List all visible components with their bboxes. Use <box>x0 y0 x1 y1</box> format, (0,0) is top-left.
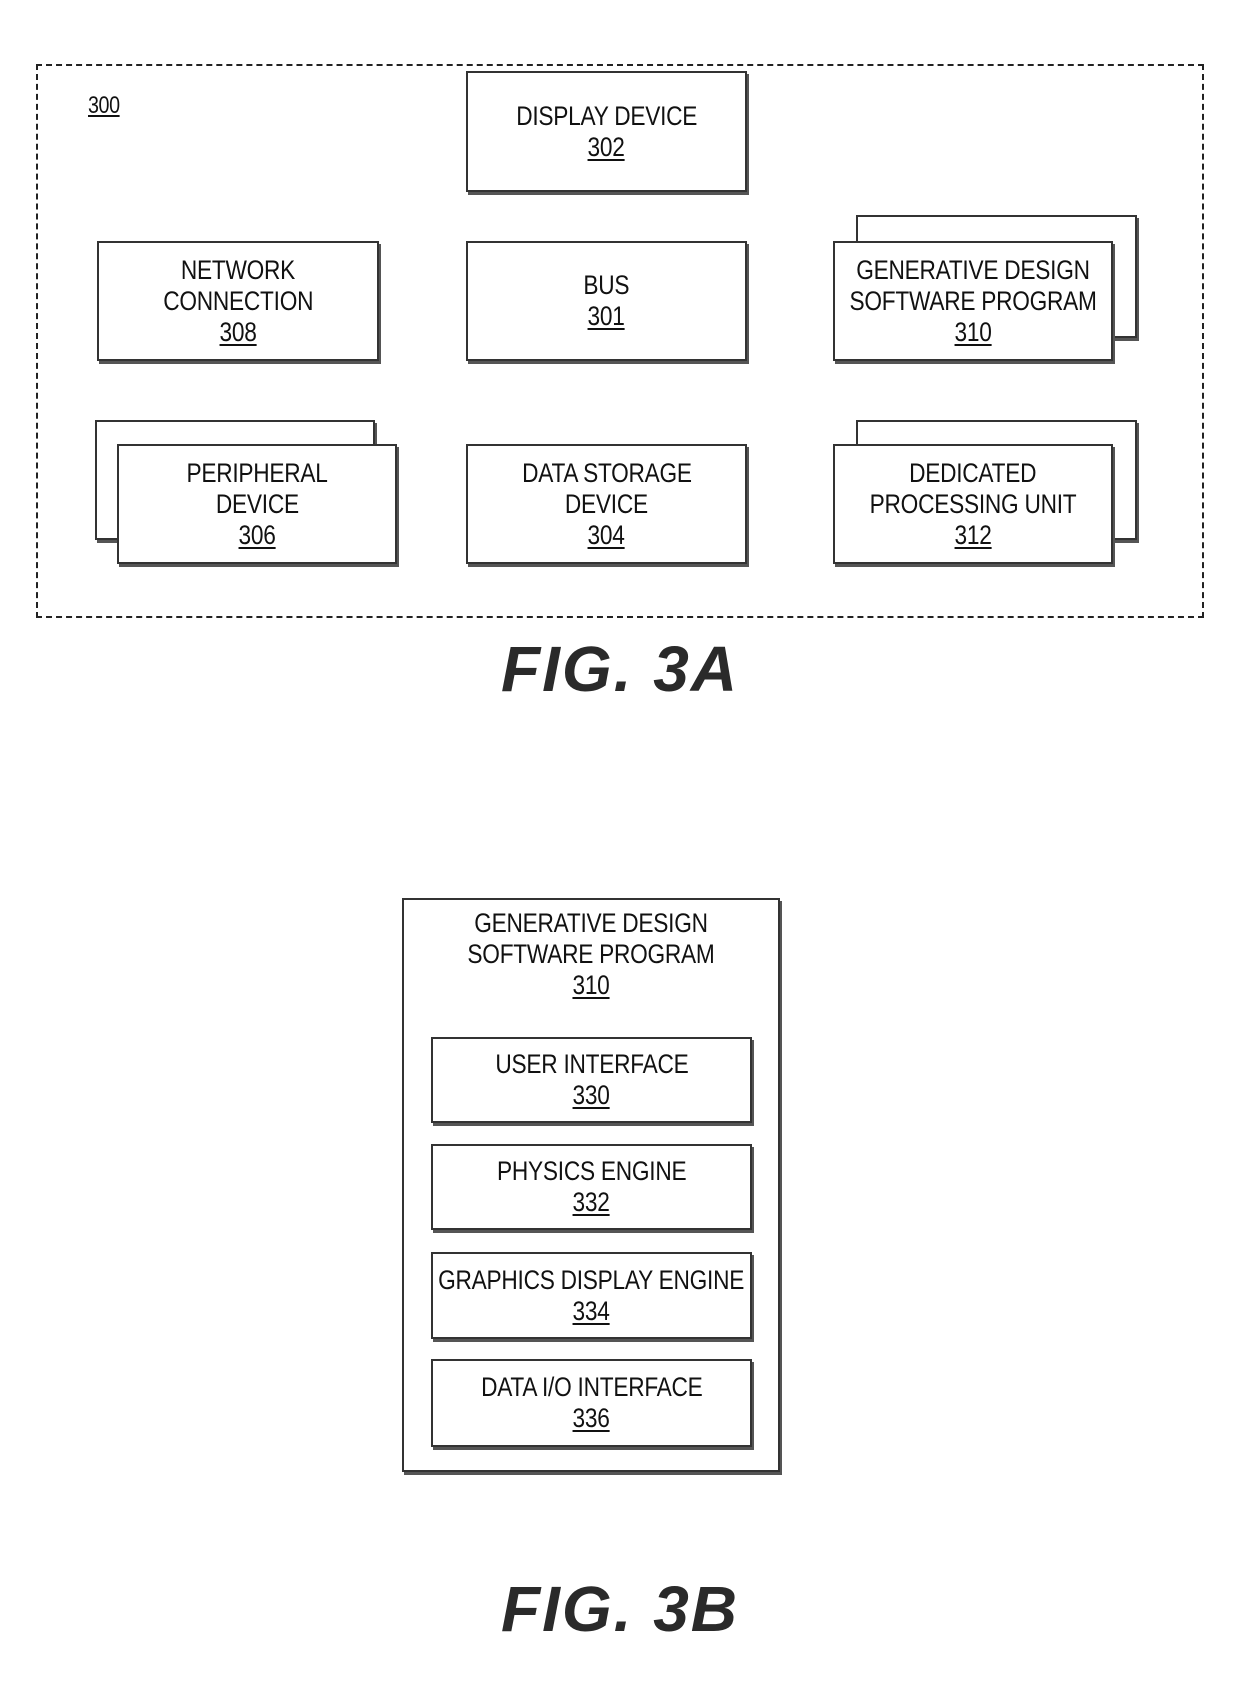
container-label: SOFTWARE PROGRAM <box>467 939 715 969</box>
block-ref: 310 <box>954 316 992 347</box>
physics-engine-module: PHYSICS ENGINE 332 <box>431 1144 752 1230</box>
block-label: PROCESSING UNIT <box>869 488 1077 519</box>
container-label: GENERATIVE DESIGN <box>474 908 708 938</box>
block-label: NETWORK <box>180 254 296 285</box>
data-io-interface-module: DATA I/O INTERFACE 336 <box>431 1359 752 1447</box>
module-label: USER INTERFACE <box>494 1049 689 1079</box>
block-ref: 306 <box>238 519 276 550</box>
container-title: GENERATIVE DESIGN SOFTWARE PROGRAM 310 <box>402 908 780 1001</box>
module-ref: 334 <box>572 1295 611 1326</box>
block-label: PERIPHERAL <box>186 457 328 488</box>
block-label: SOFTWARE PROGRAM <box>849 285 1097 316</box>
block-label: DEDICATED <box>909 457 1037 488</box>
module-ref: 330 <box>572 1080 611 1110</box>
graphics-display-engine-module: GRAPHICS DISPLAY ENGINE 334 <box>431 1252 752 1339</box>
module-label: PHYSICS ENGINE <box>496 1156 687 1186</box>
peripheral-device-block: PERIPHERAL DEVICE 306 <box>117 444 397 564</box>
module-ref: 332 <box>572 1187 611 1217</box>
block-ref: 308 <box>219 316 257 347</box>
block-ref: 304 <box>587 519 626 550</box>
module-ref: 336 <box>572 1403 611 1433</box>
module-label: DATA I/O INTERFACE <box>480 1372 703 1402</box>
data-storage-block: DATA STORAGE DEVICE 304 <box>466 444 747 564</box>
bus-block: BUS 301 <box>466 241 747 361</box>
block-label: BUS <box>583 270 630 300</box>
block-ref: 302 <box>587 131 626 162</box>
display-device-block: DISPLAY DEVICE 302 <box>466 71 747 192</box>
figure-caption-3b: FIG. 3B <box>500 1573 740 1645</box>
user-interface-module: USER INTERFACE 330 <box>431 1037 752 1123</box>
block-ref: 312 <box>954 519 992 550</box>
block-label: DISPLAY DEVICE <box>516 100 697 131</box>
block-label: GENERATIVE DESIGN <box>856 254 1090 285</box>
block-label: DEVICE <box>565 488 648 519</box>
dedicated-processing-block: DEDICATED PROCESSING UNIT 312 <box>833 444 1113 564</box>
figure-caption-3a: FIG. 3A <box>500 633 740 705</box>
network-connection-block: NETWORK CONNECTION 308 <box>97 241 379 361</box>
block-label: DATA STORAGE <box>521 457 692 488</box>
block-ref: 301 <box>587 301 626 331</box>
container-ref: 310 <box>572 970 610 1000</box>
block-label: CONNECTION <box>163 285 313 316</box>
system-ref-300: 300 <box>88 92 120 119</box>
block-label: DEVICE <box>215 488 299 519</box>
generative-design-block: GENERATIVE DESIGN SOFTWARE PROGRAM 310 <box>833 241 1113 361</box>
module-label: GRAPHICS DISPLAY ENGINE <box>438 1264 745 1295</box>
